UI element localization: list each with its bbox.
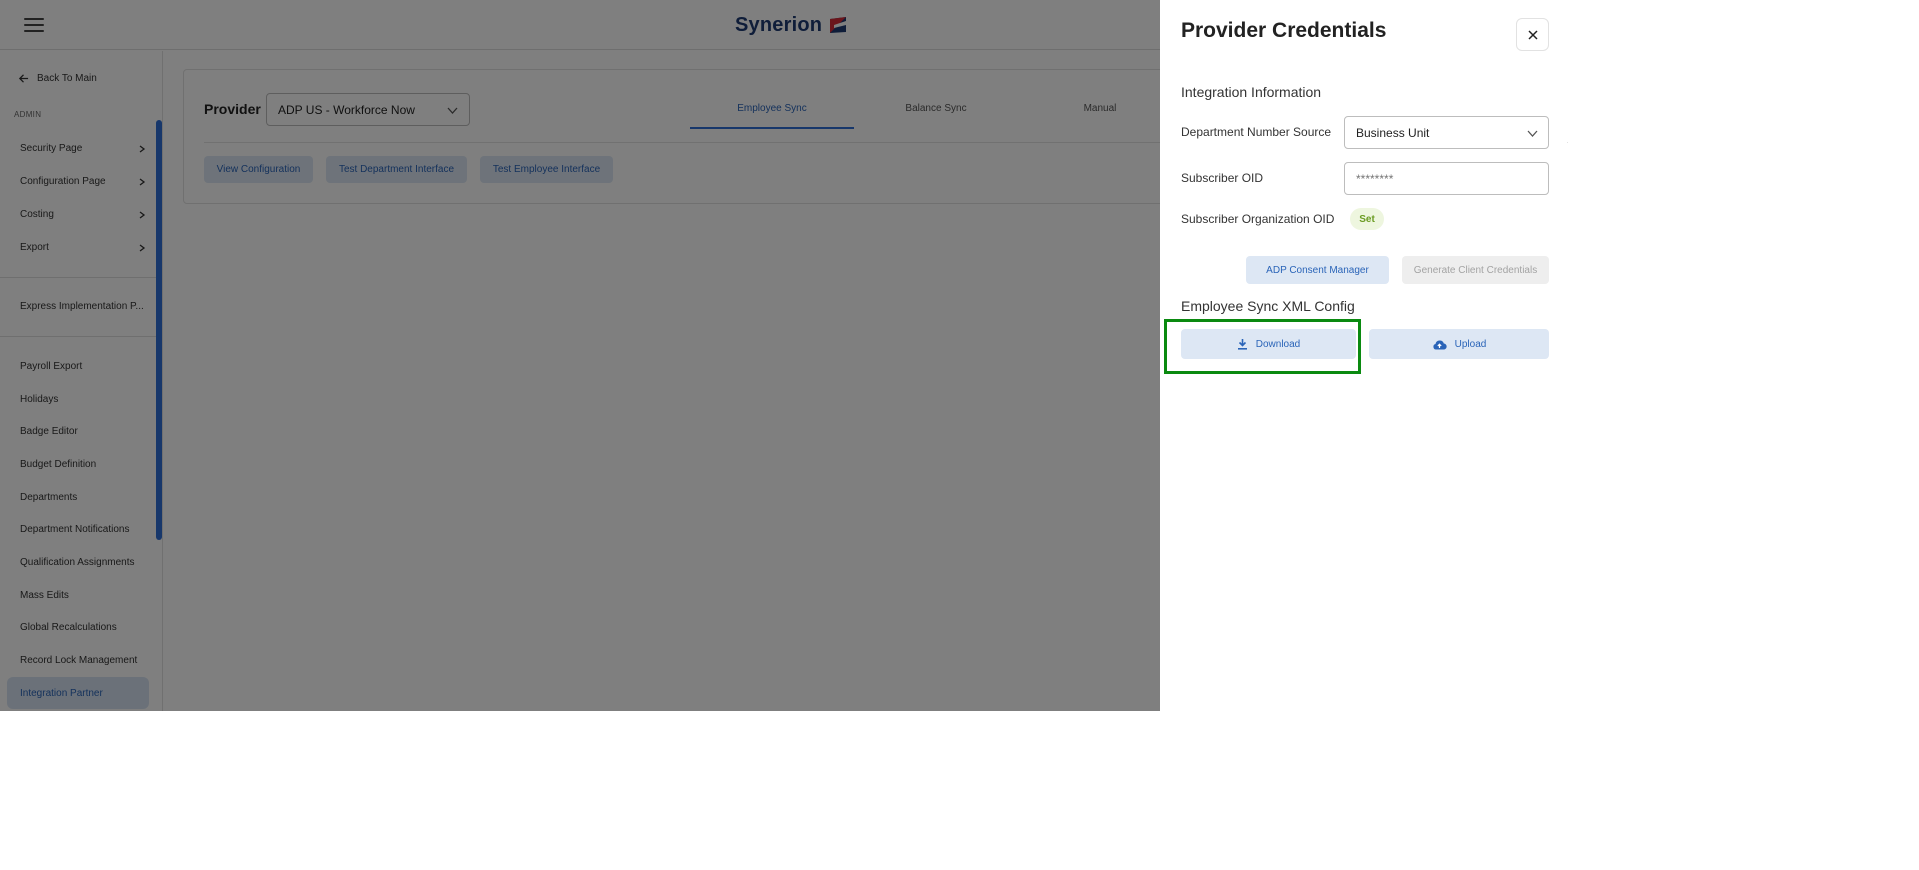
adp-consent-manager-button[interactable]: ADP Consent Manager: [1246, 256, 1389, 284]
upload-button[interactable]: Upload: [1369, 329, 1549, 359]
modal-backdrop[interactable]: [0, 0, 1160, 711]
department-number-source-value: Business Unit: [1356, 125, 1430, 140]
subscriber-oid-label: Subscriber OID: [1181, 171, 1264, 185]
close-icon: [1527, 29, 1538, 40]
department-number-source-select[interactable]: Business Unit: [1344, 116, 1549, 149]
status-badge: Set: [1350, 208, 1384, 230]
integration-information-heading: Integration Information: [1181, 84, 1322, 100]
provider-credentials-drawer: Provider Credentials Integration Informa…: [1160, 0, 1567, 711]
cloud-upload-icon: [1433, 340, 1447, 350]
generate-client-credentials-button: Generate Client Credentials: [1402, 256, 1549, 284]
drawer-title: Provider Credentials: [1181, 19, 1387, 42]
chevron-down-icon: [1527, 130, 1538, 137]
subscriber-organization-oid-label: Subscriber Organization OID: [1181, 212, 1335, 226]
upload-label: Upload: [1454, 338, 1487, 350]
download-highlight-box: [1164, 319, 1361, 374]
department-number-source-label: Department Number Source: [1181, 125, 1332, 139]
employee-sync-xml-config-heading: Employee Sync XML Config: [1181, 298, 1355, 314]
subscriber-oid-input[interactable]: [1344, 162, 1549, 195]
close-button[interactable]: [1516, 18, 1549, 51]
